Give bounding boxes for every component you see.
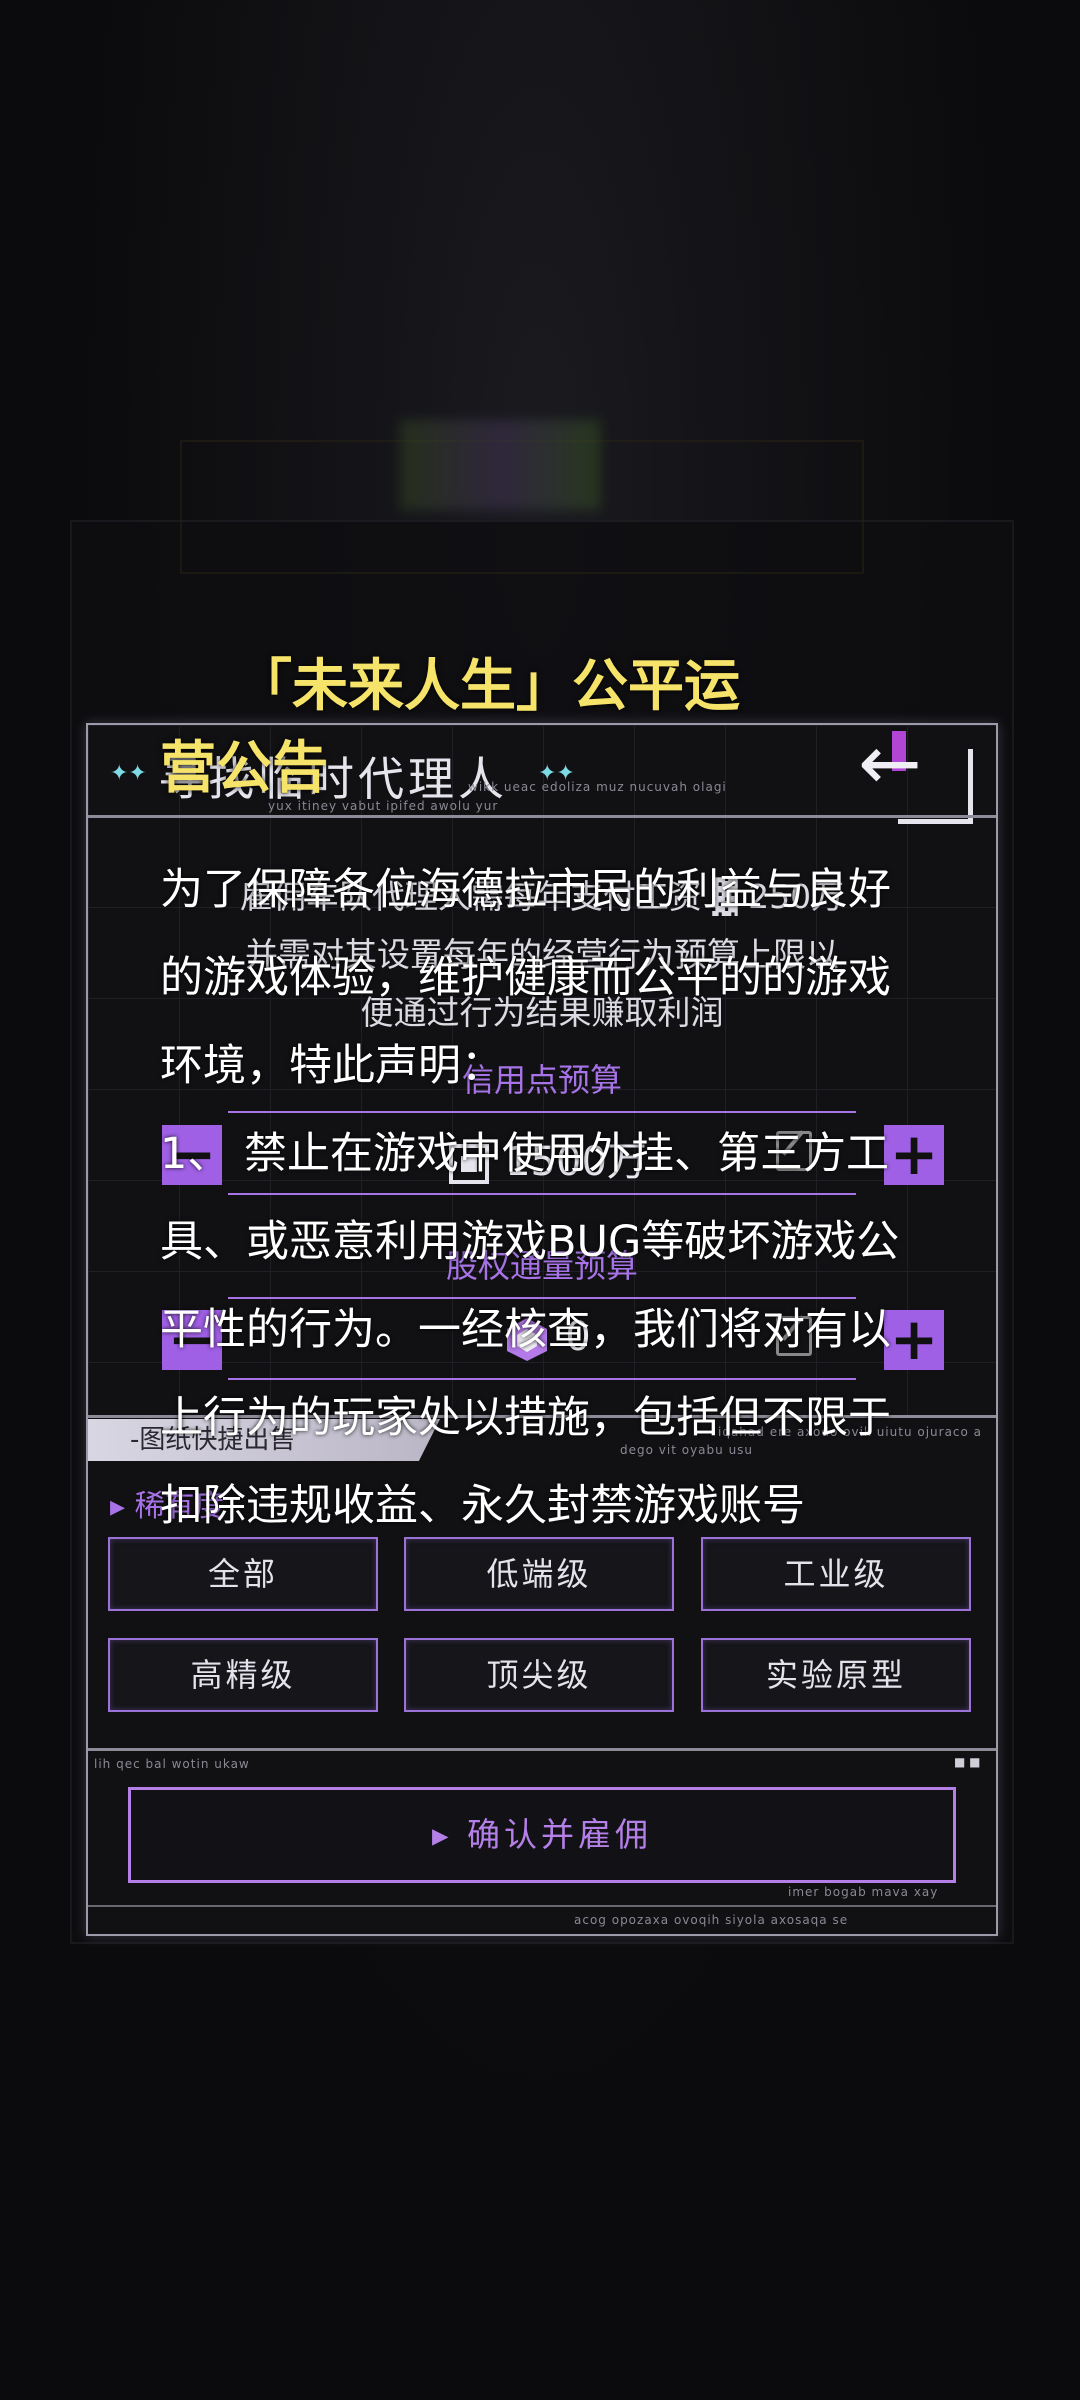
decor-text: lih qec bal wotin ukaw	[94, 1757, 250, 1771]
fair-play-notice: 「未来人生」公平运 营公告 为了保障各位海德拉市民的利益与良好的游戏体验，维护健…	[160, 646, 930, 1550]
footer-divider	[88, 1905, 996, 1907]
confirm-hire-button[interactable]: ▸ 确认并雇佣	[128, 1787, 956, 1883]
decor-text: imer bogab mava xay	[788, 1885, 939, 1899]
decor-text: acog opozaxa ovoqih siyola axosaqa se	[574, 1913, 849, 1927]
grade-button-prototype[interactable]: 实验原型	[701, 1638, 971, 1712]
confirm-label: 确认并雇佣	[467, 1815, 653, 1854]
notice-title-line1: 「未来人生」公平运	[236, 654, 740, 719]
grade-button-top[interactable]: 顶尖级	[404, 1638, 674, 1712]
notice-title-line2: 营公告	[160, 736, 328, 801]
sparkle-icon: ✦✦	[110, 761, 147, 786]
notice-body: 为了保障各位海德拉市民的利益与良好的游戏体验，维护健康而公平的的游戏环境，特此声…	[160, 846, 930, 1550]
notice-paragraph: 1、 禁止在游戏中使用外挂、第三方工具、或恶意利用游戏BUG等破坏游戏公平性的行…	[160, 1129, 900, 1531]
grade-button-precision[interactable]: 高精级	[108, 1638, 378, 1712]
notice-paragraph: 为了保障各位海德拉市民的利益与良好的游戏体验，维护健康而公平的的游戏环境，特此声…	[160, 865, 891, 1091]
bottom-divider	[88, 1748, 996, 1751]
caret-right-icon: ▸	[431, 1815, 468, 1854]
background-chart	[400, 420, 600, 510]
decor-dots: ■ ■	[954, 1755, 981, 1769]
caret-right-icon: ▸	[110, 1489, 135, 1524]
notice-title: 「未来人生」公平运 营公告	[160, 646, 930, 810]
